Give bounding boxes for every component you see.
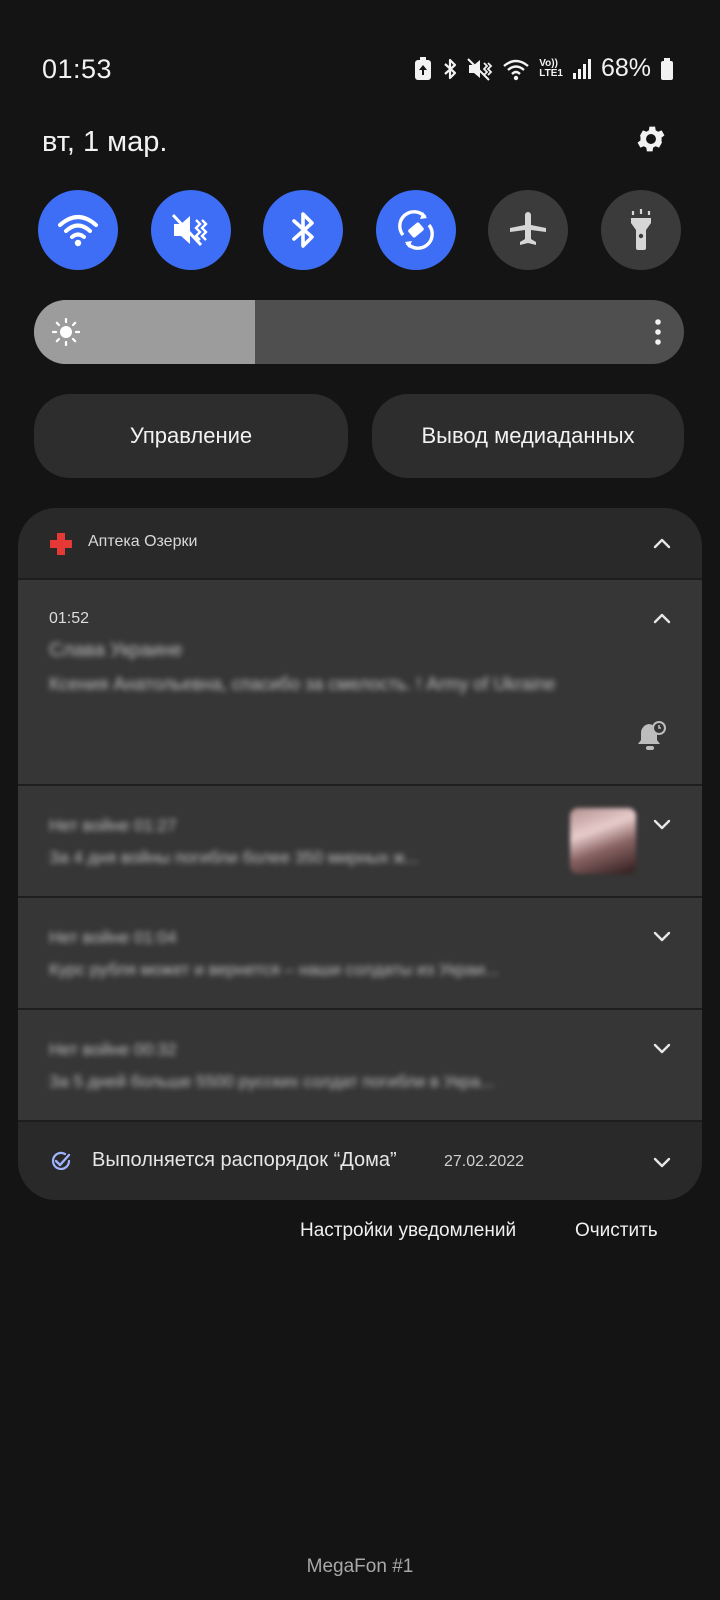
- notification-thumbnail: [570, 808, 636, 874]
- pharmacy-cross-icon: [50, 533, 72, 555]
- wifi-status-icon: [503, 59, 530, 80]
- media-output-button[interactable]: Вывод медиаданных: [372, 394, 684, 478]
- notification-card-expanded[interactable]: 01:52 Слава Украине Ксения Анатольевна, …: [18, 578, 702, 784]
- signal-icon: [572, 58, 591, 79]
- battery-saver-icon: [415, 56, 432, 80]
- status-time: 01:53: [42, 54, 113, 84]
- routine-date: 27.02.2022: [444, 1153, 525, 1170]
- routine-notification[interactable]: Выполняется распорядок “Дома” 27.02.2022: [18, 1120, 702, 1200]
- snooze-bell-icon[interactable]: [636, 720, 666, 752]
- routine-text: Выполняется распорядок “Дома”: [92, 1149, 397, 1171]
- lte-label: LTE1: [539, 67, 563, 79]
- notification-title: Слава Украине: [49, 640, 183, 661]
- flashlight-icon: [630, 209, 651, 250]
- more-options-icon[interactable]: [654, 318, 662, 346]
- auto-rotate-icon: [397, 210, 434, 250]
- notification-body: Ксения Анатольевна, спасибо за смелость.…: [49, 674, 556, 694]
- notification-group-header[interactable]: Аптека Озерки: [18, 508, 702, 578]
- notification-time: 01:52: [49, 610, 90, 627]
- brightness-sun-icon: [52, 318, 80, 346]
- chevron-up-icon[interactable]: [652, 608, 672, 628]
- notification-card[interactable]: Нет войне 01:04 Курс рубля может и верне…: [18, 896, 702, 1008]
- date-label: вт, 1 мар.: [42, 126, 168, 158]
- notification-title: Нет войне 01:04: [49, 928, 177, 947]
- notification-body: За 4 дня войны погибли более 350 мирных …: [49, 848, 419, 867]
- carrier-label: MegaFon #1: [306, 1556, 414, 1577]
- notification-title: Нет войне 01:27: [49, 816, 177, 835]
- gear-icon[interactable]: [634, 122, 668, 156]
- chevron-down-icon[interactable]: [652, 1152, 672, 1172]
- qs-bluetooth-toggle[interactable]: [263, 190, 344, 270]
- status-icons: Vo)) LTE1 68%: [413, 54, 674, 83]
- notification-settings-link[interactable]: Настройки уведомлений: [300, 1220, 516, 1242]
- chevron-down-icon[interactable]: [652, 926, 672, 946]
- notification-title: Нет войне 00:32: [49, 1040, 177, 1059]
- wifi-icon: [58, 215, 98, 247]
- chevron-down-icon[interactable]: [652, 814, 672, 834]
- device-control-button[interactable]: Управление: [34, 394, 348, 478]
- bluetooth-status-icon: [444, 58, 457, 79]
- qs-sound-toggle[interactable]: [150, 190, 231, 270]
- mute-vibrate-icon: [171, 213, 208, 247]
- mute-status-icon: [467, 57, 493, 81]
- qs-flashlight-toggle[interactable]: [600, 190, 681, 270]
- battery-icon: [661, 57, 673, 80]
- volte-indicator: Vo)) LTE1: [539, 57, 563, 79]
- status-bar: 01:53 Vo)) LTE1 68%: [0, 0, 720, 140]
- qs-rotate-toggle[interactable]: [375, 190, 456, 270]
- brightness-slider[interactable]: [34, 300, 684, 364]
- routine-check-icon: [51, 1151, 71, 1170]
- qs-wifi-toggle[interactable]: [38, 190, 118, 270]
- notification-body: Курс рубля может и вернется – наши солда…: [49, 960, 500, 979]
- bluetooth-icon: [292, 212, 314, 248]
- chevron-up-icon[interactable]: [652, 533, 672, 553]
- notification-panel: Аптека Озерки 01:52 Слава Украине Ксения…: [18, 508, 702, 1200]
- qs-airplane-toggle[interactable]: [488, 190, 569, 270]
- quick-settings-row: [38, 190, 681, 270]
- notification-card[interactable]: Нет войне 01:27 За 4 дня войны погибли б…: [18, 784, 702, 896]
- notification-card[interactable]: Нет войне 00:32 За 5 дней больше 5500 ру…: [18, 1008, 702, 1120]
- chevron-down-icon[interactable]: [652, 1038, 672, 1058]
- clear-all-button[interactable]: Очистить: [575, 1220, 658, 1242]
- volte-label: Vo)): [539, 57, 558, 69]
- battery-percent: 68%: [600, 54, 651, 82]
- app-name: Аптека Озерки: [88, 533, 198, 550]
- notification-body: За 5 дней больше 5500 русских солдат пог…: [49, 1072, 495, 1091]
- airplane-icon: [510, 212, 547, 245]
